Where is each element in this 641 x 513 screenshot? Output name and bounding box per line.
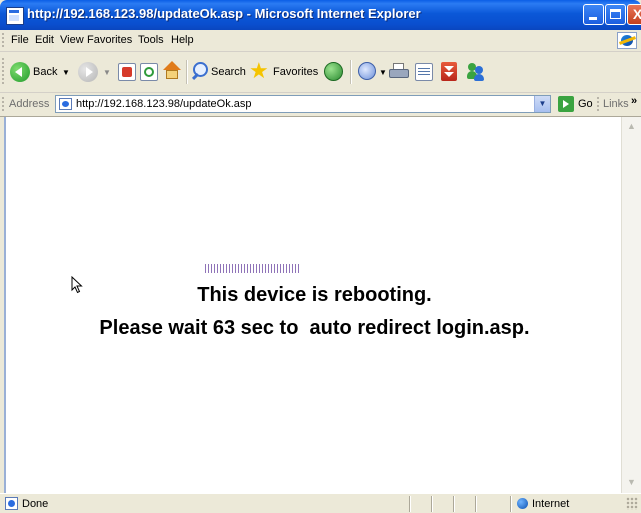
vertical-scrollbar[interactable]: ▲ ▼ [621,117,641,493]
forward-arrow-icon [78,62,98,82]
refresh-icon[interactable] [140,63,158,81]
standard-toolbar: Back ▼ ▼ Search ★ Favorites ▼ [0,52,641,93]
history-icon[interactable] [358,62,376,80]
toolbar-grip[interactable] [2,58,4,86]
status-divider [431,496,433,512]
back-dropdown-icon[interactable]: ▼ [62,68,70,77]
toolbar-separator [186,60,188,84]
menu-favorites[interactable]: Favorites [87,34,132,46]
status-divider [510,496,512,512]
links-grip[interactable] [597,97,599,112]
redirect-message: Please wait 63 sec to auto redirect logi… [99,317,530,339]
progress-indicator [205,264,301,273]
media-icon[interactable] [324,62,343,81]
search-label: Search [211,66,246,78]
status-page-icon [5,497,18,510]
minimize-icon [589,17,597,20]
menu-tools[interactable]: Tools [138,34,164,46]
close-icon: X [632,6,641,22]
forward-dropdown-icon[interactable]: ▼ [103,68,111,77]
address-label: Address [9,98,50,110]
browser-window: http://192.168.123.98/updateOk.asp - Mic… [0,0,641,513]
edit-icon[interactable] [415,63,433,81]
address-url[interactable]: http://192.168.123.98/updateOk.asp [76,98,252,110]
messenger-icon[interactable] [466,62,486,81]
go-arrow-icon[interactable] [558,96,574,112]
close-button[interactable]: X [627,4,641,25]
maximize-button[interactable] [605,4,626,25]
menu-edit[interactable]: Edit [35,34,54,46]
links-chevron-icon[interactable]: » [631,95,637,107]
status-divider [475,496,477,512]
maximize-icon [610,9,621,19]
print-icon[interactable] [389,63,409,80]
page-content: This device is rebooting. Please wait 63… [4,117,623,493]
status-divider [409,496,411,512]
address-input[interactable]: http://192.168.123.98/updateOk.asp ▼ [55,95,551,113]
scroll-up-icon[interactable]: ▲ [624,119,639,134]
toolbar-separator [350,60,352,84]
favorites-label: Favorites [273,66,319,78]
title-bar[interactable]: http://192.168.123.98/updateOk.asp - Mic… [0,0,641,30]
security-zone: Internet [532,498,570,510]
window-title: http://192.168.123.98/updateOk.asp - Mic… [27,6,421,21]
back-label: Back [33,66,58,78]
ie-page-icon [6,7,24,25]
back-arrow-icon [10,62,30,82]
menu-bar: File Edit View Favorites Tools Help [0,30,641,52]
menu-view[interactable]: View [60,34,84,46]
address-grip[interactable] [2,97,4,113]
favorites-star-icon: ★ [249,58,269,83]
ie-throbber-logo [617,32,637,49]
go-button[interactable]: Go [578,98,593,110]
status-bar: Done Internet [0,493,641,513]
page-icon [59,98,72,110]
discuss-icon[interactable] [441,62,457,81]
history-dropdown-icon[interactable]: ▼ [379,68,387,77]
scroll-down-icon[interactable]: ▼ [624,475,639,490]
home-icon[interactable] [162,61,182,81]
links-label[interactable]: Links [603,98,629,110]
minimize-button[interactable] [583,4,604,25]
status-divider [453,496,455,512]
stop-icon[interactable] [118,63,136,81]
menu-grip[interactable] [2,33,4,48]
address-dropdown-icon[interactable]: ▼ [534,96,550,112]
address-bar: Address http://192.168.123.98/updateOk.a… [0,93,641,117]
rebooting-message: This device is rebooting. [197,284,432,306]
menu-help[interactable]: Help [171,34,194,46]
status-text: Done [22,498,49,510]
menu-file[interactable]: File [11,34,29,46]
resize-grip-icon[interactable] [626,497,638,510]
internet-zone-icon [517,498,528,509]
